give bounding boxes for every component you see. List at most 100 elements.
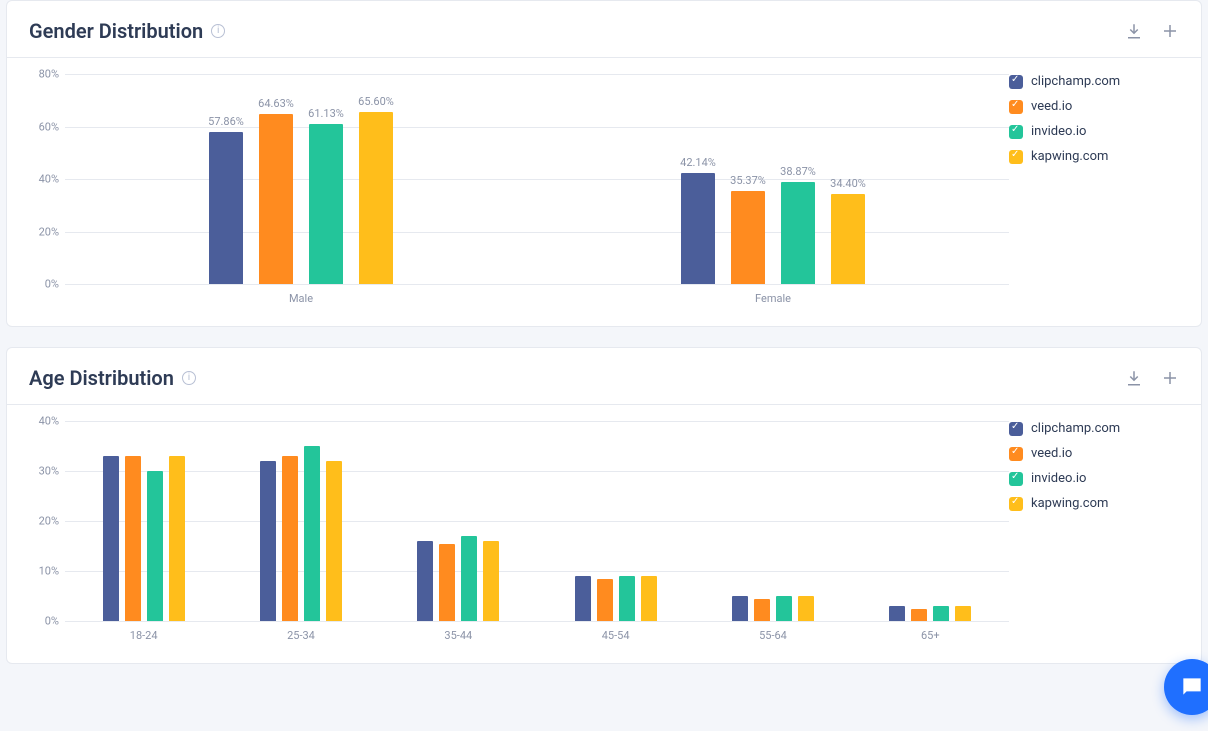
chat-fab[interactable] (1164, 659, 1208, 715)
legend-label: kapwing.com (1031, 496, 1108, 511)
grid-line (65, 621, 1009, 622)
bar[interactable] (776, 596, 792, 621)
bar-value-label: 34.40% (830, 177, 866, 190)
legend-swatch (1009, 422, 1023, 436)
y-tick-label: 10% (29, 565, 59, 578)
gender-card-body: 0%20%40%60%80%57.86%64.63%61.13%65.60%Ma… (7, 58, 1201, 326)
bar[interactable] (955, 606, 971, 621)
add-icon[interactable] (1161, 369, 1179, 387)
bar[interactable] (889, 606, 905, 621)
age-card-body: 0%10%20%30%40%18-2425-3435-4445-5455-646… (7, 405, 1201, 663)
bar[interactable] (731, 191, 765, 284)
bar[interactable] (575, 576, 591, 621)
gender-plot: 0%20%40%60%80%57.86%64.63%61.13%65.60%Ma… (29, 74, 1009, 308)
bar[interactable] (326, 461, 342, 621)
age-legend: clipchamp.com veed.io invideo.io kapwing.co… (1009, 421, 1179, 645)
bar[interactable] (619, 576, 635, 621)
bar[interactable] (933, 606, 949, 621)
bar[interactable] (798, 596, 814, 621)
y-tick-label: 0% (29, 278, 59, 291)
bar[interactable] (304, 446, 320, 621)
bar[interactable] (911, 609, 927, 622)
legend-item[interactable]: kapwing.com (1009, 149, 1179, 164)
bar[interactable] (103, 456, 119, 621)
bar[interactable] (831, 194, 865, 284)
bar[interactable] (483, 541, 499, 621)
gender-card-title: Gender Distribution (29, 19, 203, 43)
legend-item[interactable]: invideo.io (1009, 124, 1179, 139)
x-tick-label: 25-34 (287, 629, 315, 642)
info-icon[interactable]: i (182, 371, 196, 385)
legend-item[interactable]: clipchamp.com (1009, 74, 1179, 89)
legend-label: veed.io (1031, 99, 1072, 114)
age-plot: 0%10%20%30%40%18-2425-3435-4445-5455-646… (29, 421, 1009, 645)
bar[interactable] (169, 456, 185, 621)
legend-label: veed.io (1031, 446, 1072, 461)
bar[interactable] (282, 456, 298, 621)
bar[interactable] (681, 173, 715, 284)
legend-item[interactable]: invideo.io (1009, 471, 1179, 486)
gender-card-actions (1125, 22, 1179, 40)
bar-value-label: 38.87% (780, 165, 816, 178)
age-card-header: Age Distribution i (7, 348, 1201, 405)
legend-label: invideo.io (1031, 471, 1086, 486)
x-tick-label: 35-44 (444, 629, 472, 642)
bar-value-label: 35.37% (730, 174, 766, 187)
age-card-actions (1125, 369, 1179, 387)
bar-value-label: 64.63% (258, 97, 294, 110)
legend-item[interactable]: veed.io (1009, 99, 1179, 114)
x-tick-label: Male (289, 292, 313, 305)
info-icon[interactable]: i (211, 24, 225, 38)
legend-swatch (1009, 447, 1023, 461)
x-tick-label: 65+ (921, 629, 940, 642)
bar[interactable] (259, 114, 293, 284)
legend-label: invideo.io (1031, 124, 1086, 139)
bar[interactable] (754, 599, 770, 622)
y-tick-label: 80% (29, 68, 59, 81)
legend-label: clipchamp.com (1031, 74, 1120, 89)
bar[interactable] (125, 456, 141, 621)
bar[interactable] (359, 112, 393, 284)
legend-label: clipchamp.com (1031, 421, 1120, 436)
y-tick-label: 40% (29, 415, 59, 428)
bar[interactable] (260, 461, 276, 621)
y-tick-label: 40% (29, 173, 59, 186)
bar[interactable] (641, 576, 657, 621)
legend-swatch (1009, 75, 1023, 89)
add-icon[interactable] (1161, 22, 1179, 40)
bar[interactable] (209, 132, 243, 284)
y-tick-label: 20% (29, 515, 59, 528)
bar-value-label: 42.14% (680, 156, 716, 169)
y-tick-label: 20% (29, 225, 59, 238)
bar[interactable] (781, 182, 815, 284)
bar[interactable] (461, 536, 477, 621)
legend-swatch (1009, 472, 1023, 486)
bar[interactable] (597, 579, 613, 622)
legend-item[interactable]: clipchamp.com (1009, 421, 1179, 436)
legend-item[interactable]: veed.io (1009, 446, 1179, 461)
legend-label: kapwing.com (1031, 149, 1108, 164)
age-card-title: Age Distribution (29, 366, 174, 390)
x-tick-label: 18-24 (130, 629, 158, 642)
legend-item[interactable]: kapwing.com (1009, 496, 1179, 511)
bar-value-label: 57.86% (208, 115, 244, 128)
legend-swatch (1009, 125, 1023, 139)
grid-line (65, 284, 1009, 285)
y-tick-label: 60% (29, 120, 59, 133)
gender-card-header: Gender Distribution i (7, 1, 1201, 58)
x-tick-label: 45-54 (602, 629, 630, 642)
bar[interactable] (147, 471, 163, 621)
y-tick-label: 30% (29, 465, 59, 478)
y-tick-label: 0% (29, 615, 59, 628)
x-tick-label: Female (755, 292, 791, 305)
bar-value-label: 61.13% (308, 107, 344, 120)
bar[interactable] (732, 596, 748, 621)
download-icon[interactable] (1125, 369, 1143, 387)
age-distribution-card: Age Distribution i 0% 10% 20% 30% 40% 18-24 25… (6, 347, 1202, 664)
legend-swatch (1009, 150, 1023, 164)
legend-swatch (1009, 497, 1023, 511)
download-icon[interactable] (1125, 22, 1143, 40)
bar[interactable] (309, 124, 343, 284)
bar[interactable] (439, 544, 455, 622)
bar[interactable] (417, 541, 433, 621)
